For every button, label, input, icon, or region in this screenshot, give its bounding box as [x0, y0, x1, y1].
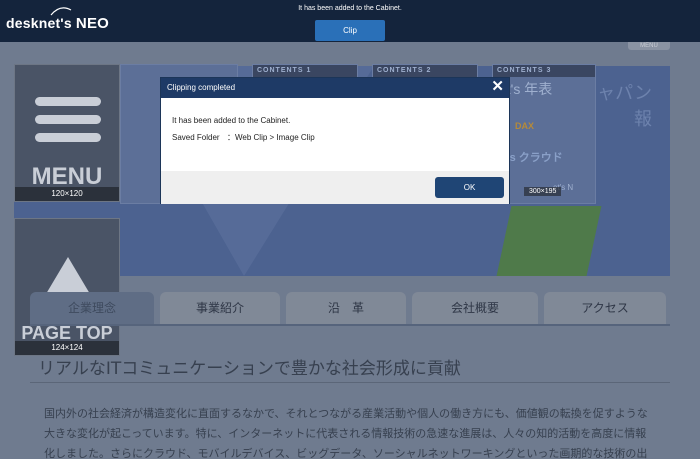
logo-text: desknet's — [6, 15, 72, 31]
dialog-header: Clipping completed ✕ — [161, 78, 509, 98]
app-top-bar: desknet's NEO It has been added to the C… — [0, 0, 700, 42]
clip-button[interactable]: Clip — [315, 20, 385, 41]
body-paragraph: 国内外の社会経済が構造変化に直面するなかで、それとつながる産業活動や個人の働き方… — [44, 407, 648, 459]
site-menu-tag[interactable]: MENU — [628, 42, 670, 50]
menu-button-size: 120×120 — [15, 187, 119, 201]
hero-text: ャパン 報 — [597, 83, 652, 129]
ok-button[interactable]: OK — [435, 177, 504, 198]
page-top-button[interactable]: PAGE TOP 124×124 — [14, 218, 120, 356]
desknets-neo-logo: desknet's NEO — [6, 15, 109, 32]
page-top-size: 124×124 — [15, 341, 119, 355]
dialog-title: Clipping completed — [167, 83, 236, 92]
logo-suffix: NEO — [75, 15, 110, 32]
dialog-footer: OK — [161, 171, 509, 204]
tab-history[interactable]: 沿 革 — [286, 292, 406, 324]
clipping-completed-dialog: Clipping completed ✕ It has been added t… — [160, 77, 510, 204]
menu-button[interactable]: MENU 120×120 — [14, 64, 120, 202]
saved-folder-label: Saved Folder — [172, 133, 220, 142]
close-icon[interactable]: ✕ — [491, 79, 504, 95]
page-heading: リアルなITコミュニケーションで豊かな社会形成に貢献 — [38, 359, 461, 379]
clip-notice: It has been added to the Cabinet. — [298, 5, 402, 12]
tab-access[interactable]: アクセス — [544, 292, 666, 324]
thumbnail-size-label: 300×195 — [524, 187, 562, 196]
dialog-message: It has been added to the Cabinet. — [172, 116, 291, 125]
tab-company-overview[interactable]: 会社概要 — [412, 292, 538, 324]
hero-building — [496, 206, 602, 276]
tab-philosophy[interactable]: 企業理念 — [30, 292, 154, 324]
tab-business[interactable]: 事業紹介 — [160, 292, 280, 324]
site-tab-bar: 企業理念 事業紹介 沿 革 会社概要 アクセス — [30, 292, 670, 324]
hamburger-icon — [35, 97, 101, 106]
saved-folder-value: ：Web Clip > Image Clip — [227, 133, 315, 142]
